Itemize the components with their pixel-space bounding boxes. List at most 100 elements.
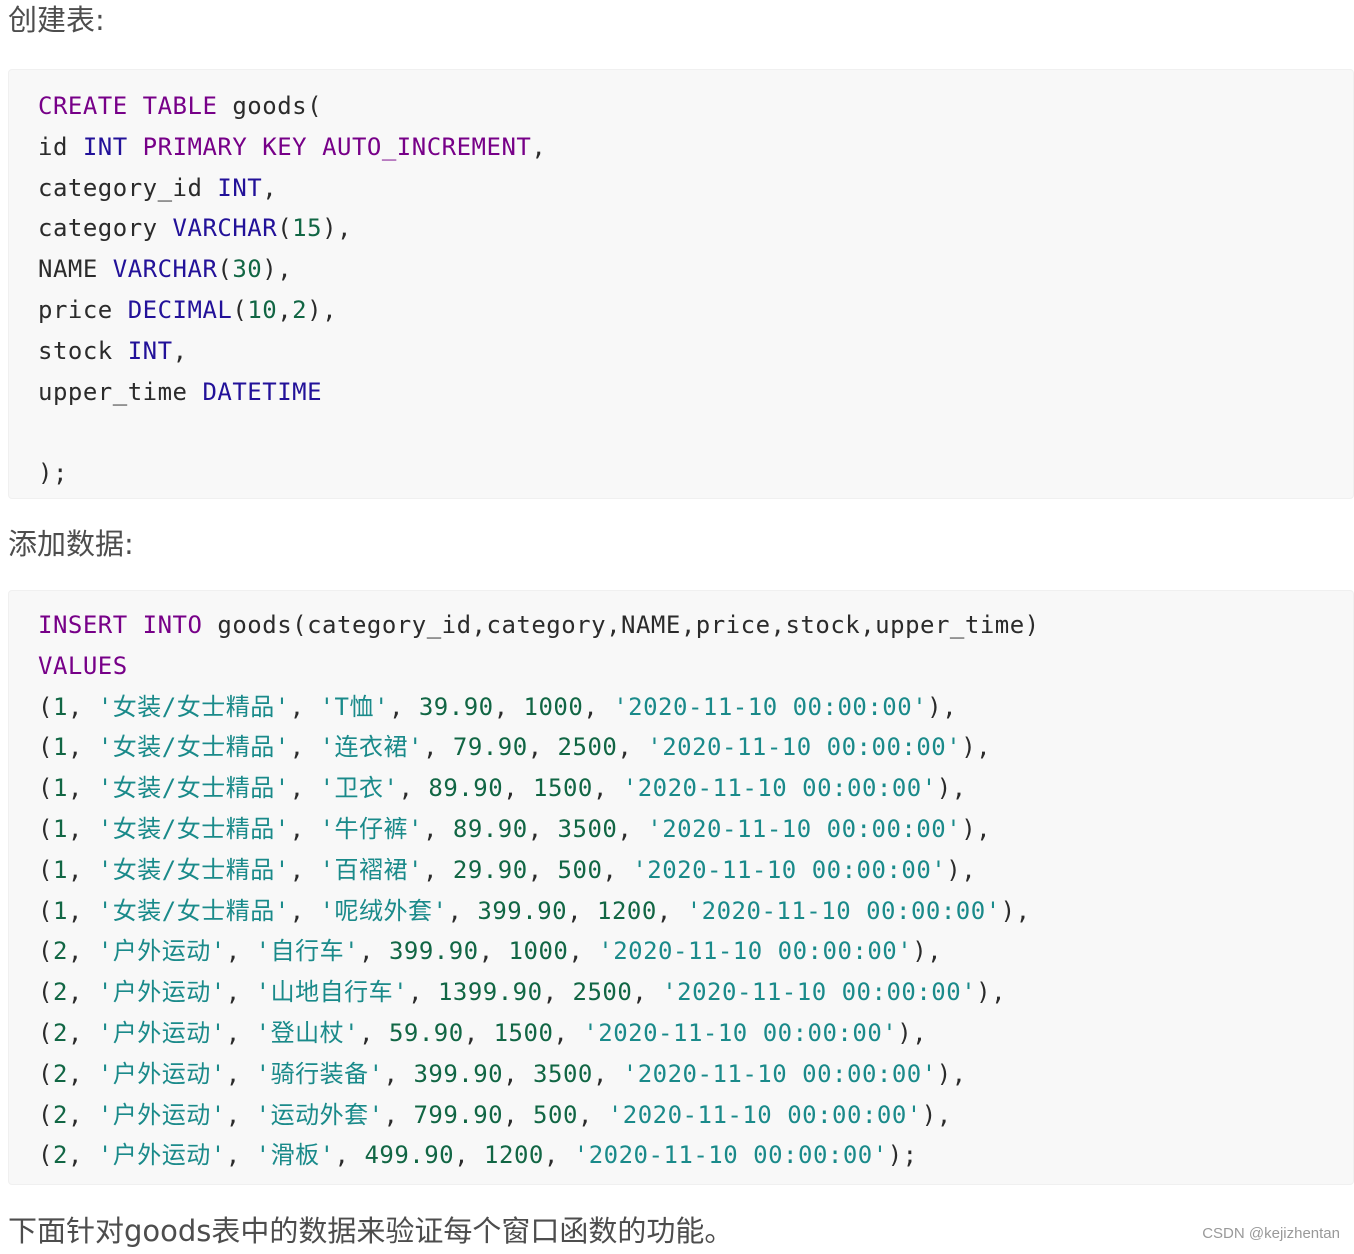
code-token: ), [897,1018,928,1047]
code-token: INSERT INTO [38,611,203,639]
create-code-line: NAME VARCHAR(30), [38,249,1353,290]
code-token: ( [38,774,53,803]
code-token: , [592,1059,623,1088]
code-token: , [478,937,509,966]
code-token: , [289,692,320,721]
code-token: INT [82,132,128,161]
code-token: 39.90 [418,692,494,721]
code-token: , [503,1100,534,1129]
code-token: '滑板' [255,1141,335,1170]
code-token: INT [217,173,263,202]
code-token: , [422,814,453,843]
create-code-line: price DECIMAL(10,2), [38,290,1353,331]
code-token: , [463,1018,494,1047]
code-token: ); [38,459,68,488]
code-token: , [543,1141,574,1170]
code-token: 1 [52,855,68,884]
code-token: , [531,132,547,161]
code-token: , [289,774,320,803]
code-token: 399.90 [413,1059,504,1088]
code-token: '2020-11-10 00:00:00' [622,1059,937,1088]
code-token: price [38,295,128,324]
section-heading-create-table: 创建表: [8,3,105,37]
code-token: '卫衣' [319,774,399,803]
code-token: 799.90 [413,1100,504,1129]
code-token: , [67,814,98,843]
code-token: '女装/女士精品' [97,855,290,884]
code-token: '2020-11-10 00:00:00' [607,1100,922,1129]
code-token: '登山杖' [255,1018,360,1047]
code-token: CREATE TABLE [38,92,218,120]
create-code-line: category VARCHAR(15), [38,208,1353,249]
code-token: , [602,855,633,884]
code-token: '2020-11-10 00:00:00' [583,1018,898,1047]
code-token: '2020-11-10 00:00:00' [686,896,1001,925]
code-token: '山地自行车' [255,978,409,1007]
values-row: (1, '女装/女士精品', '百褶裙', 29.90, 500, '2020-… [38,850,1353,891]
code-token: , [67,1141,98,1170]
code-token: , [67,774,98,803]
code-token: upper_time [38,377,203,406]
code-block-insert-data[interactable]: INSERT INTO goods(category_id,category,N… [8,590,1354,1185]
code-token: , [67,1059,98,1088]
code-token: '户外运动' [97,1059,226,1088]
code-token: , [225,978,256,1007]
create-code-line: CREATE TABLE goods( [38,86,1353,127]
code-token: 3500 [557,814,618,843]
code-block-create-table[interactable]: CREATE TABLE goods(id INT PRIMARY KEY AU… [8,69,1354,499]
code-token: , [225,1141,256,1170]
code-token: , [398,774,429,803]
code-token: , [67,692,98,721]
code-token: ), [961,814,992,843]
code-token: , [567,896,597,925]
code-token: 399.90 [388,937,479,966]
code-token: category_id [38,173,218,202]
code-token: 2 [52,1141,68,1170]
code-token: , [503,774,534,803]
code-token: 2 [52,937,68,966]
code-token: NAME [38,255,113,284]
code-token: , [359,937,389,966]
code-token: , [527,814,558,843]
code-token: 1000 [523,692,584,721]
code-token: '户外运动' [97,1141,226,1170]
code-token: '连衣裙' [319,733,423,762]
code-token: goods(category_id,category,NAME,price,st… [202,611,1040,639]
code-token: , [225,1100,256,1129]
code-token: ( [277,214,293,243]
code-token: 1 [52,692,68,721]
code-token: 500 [557,855,603,884]
code-token: , [359,1018,389,1047]
code-token: '户外运动' [97,1018,226,1047]
code-token: VARCHAR [172,214,278,243]
create-code-line: upper_time DATETIME [38,372,1353,413]
code-token: ( [38,1100,53,1129]
code-token: 1200 [484,1141,544,1170]
code-token: 'T恤' [319,692,389,721]
values-row: (2, '户外运动', '登山杖', 59.90, 1500, '2020-11… [38,1013,1353,1054]
code-token: 2 [292,295,308,324]
code-token: ), [921,1100,952,1129]
create-code-line: ); [38,453,1353,494]
code-token: , [67,855,98,884]
code-token: , [422,855,453,884]
code-token: , [568,937,599,966]
code-token: , [289,814,320,843]
code-token: , [172,336,188,365]
code-token: 1 [52,896,68,925]
values-row: (2, '户外运动', '骑行装备', 399.90, 3500, '2020-… [38,1054,1353,1095]
code-token: DECIMAL [127,295,233,324]
code-token: , [503,1059,534,1088]
code-token: , [632,978,663,1007]
create-code-line: id INT PRIMARY KEY AUTO_INCREMENT, [38,127,1353,168]
code-token: '2020-11-10 00:00:00' [622,774,937,803]
code-token: '运动外套' [255,1100,384,1129]
code-token: ( [38,814,53,843]
code-token: , [67,1100,98,1129]
code-token: ), [927,692,958,721]
values-row: (1, '女装/女士精品', '呢绒外套', 399.90, 1200, '20… [38,891,1353,932]
watermark: CSDN @kejizhentan [1202,1225,1340,1242]
code-token: '女装/女士精品' [97,814,290,843]
code-token: 1399.90 [437,978,543,1007]
